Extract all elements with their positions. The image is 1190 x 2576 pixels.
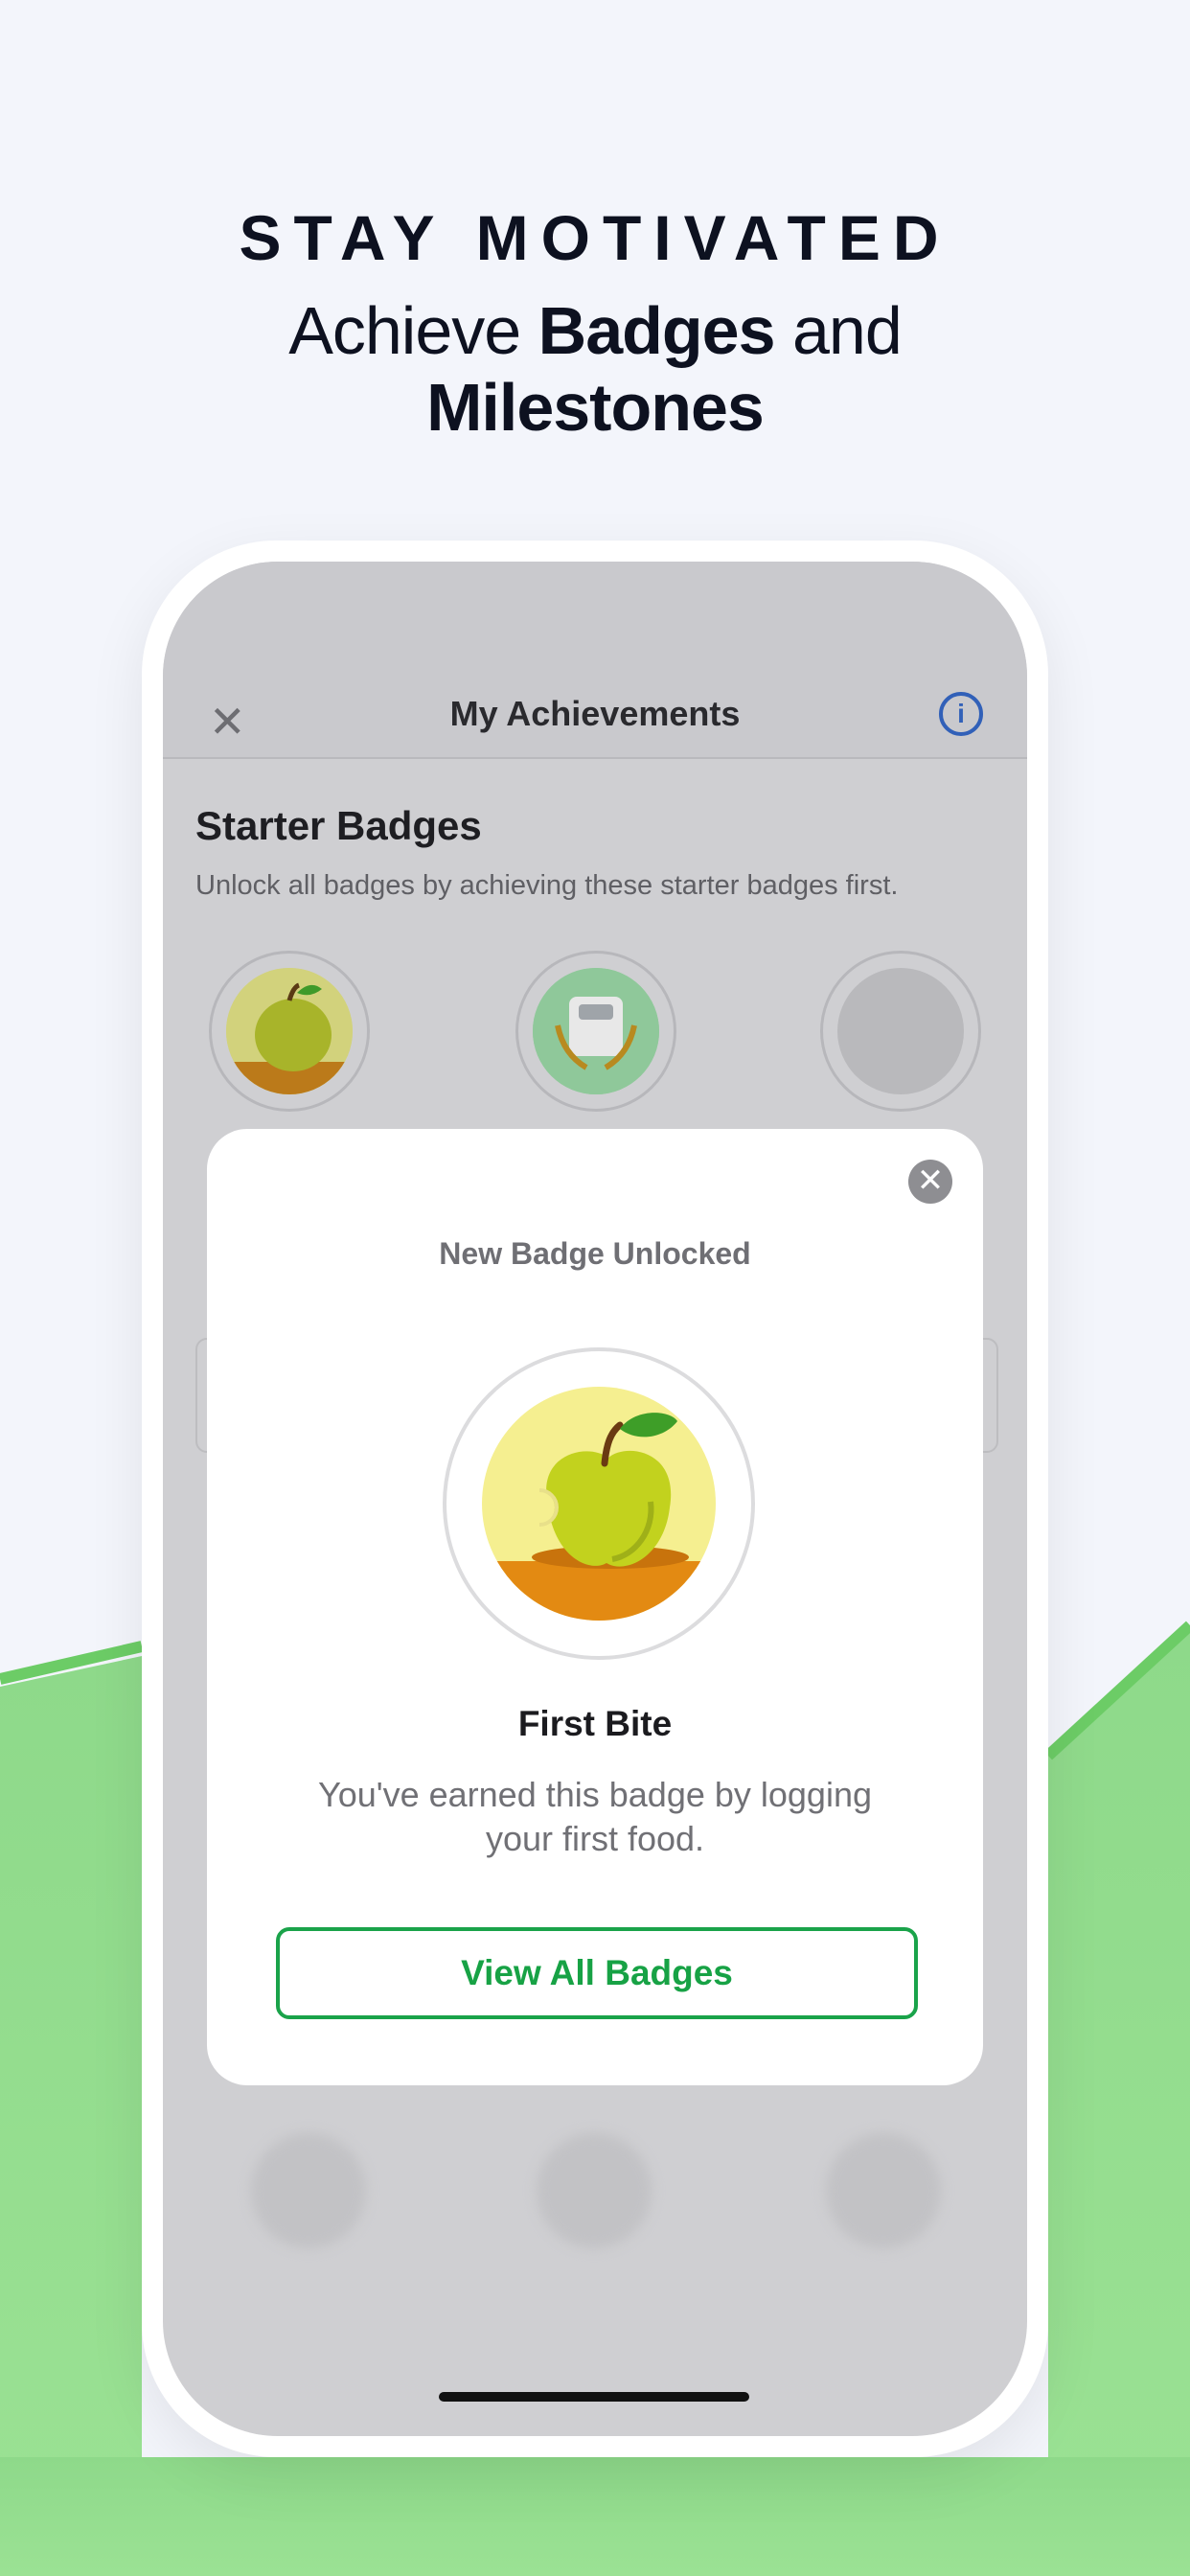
blurred-badge <box>537 2133 652 2248</box>
badge-unlocked-modal: ✕ New Badge Unlocked First Bite You've e… <box>207 1129 983 2085</box>
headline-text-2: and <box>774 293 903 368</box>
modal-close-icon[interactable]: ✕ <box>908 1160 952 1204</box>
home-indicator[interactable] <box>439 2392 749 2402</box>
headline-text-1: Achieve <box>288 293 538 368</box>
section-title: Starter Badges <box>195 803 482 848</box>
badge-description: You've earned this badge by logging your… <box>317 1775 872 1858</box>
blurred-badge-row <box>163 2133 1027 2325</box>
hero-headline: Achieve Badges and Milestones <box>0 292 1190 446</box>
headline-bold-2: Milestones <box>426 370 765 445</box>
modal-kicker: New Badge Unlocked <box>439 1236 751 1271</box>
nav-title: My Achievements <box>449 694 741 733</box>
hero-eyebrow: STAY MOTIVATED <box>239 202 951 273</box>
view-all-badges-button[interactable]: View All Badges <box>276 1927 918 2019</box>
blurred-badge <box>251 2133 366 2248</box>
info-icon[interactable]: i <box>939 692 983 736</box>
locked-badge-icon[interactable] <box>820 951 981 1112</box>
nav-bar: ✕ My Achievements i <box>163 562 1027 759</box>
apple-badge-icon <box>443 1347 755 1660</box>
apple-badge-icon[interactable] <box>209 951 370 1112</box>
blurred-badge <box>826 2133 941 2248</box>
badge-title: First Bite <box>517 1704 673 1743</box>
section-subtitle: Unlock all badges by achieving these sta… <box>195 870 899 901</box>
headline-bold-1: Badges <box>538 293 776 368</box>
scale-badge-icon[interactable] <box>515 951 676 1112</box>
